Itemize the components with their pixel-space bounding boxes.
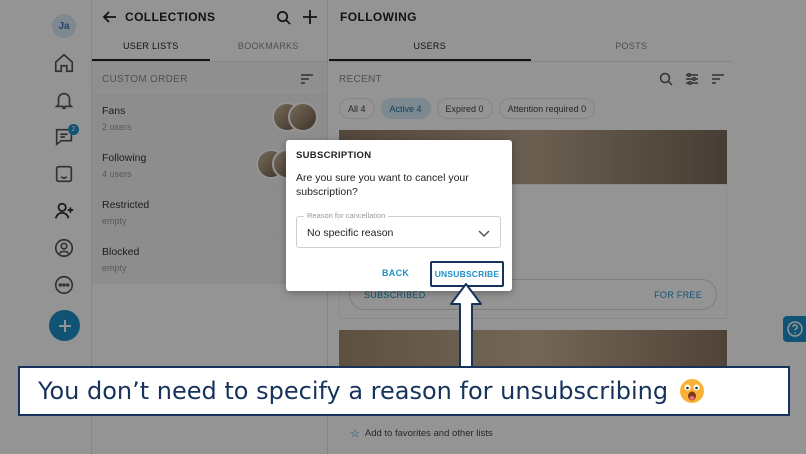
caption-text: You don’t need to specify a reason for u… [38, 377, 669, 405]
dialog-message: Are you sure you want to cancel your sub… [296, 172, 469, 198]
back-button[interactable]: BACK [382, 268, 409, 278]
annotation-caption: You don’t need to specify a reason for u… [18, 366, 790, 416]
cancel-subscription-dialog: SUBSCRIPTION Are you sure you want to ca… [286, 140, 512, 291]
reason-field-label: Reason for cancellation [304, 211, 389, 220]
chevron-down-icon [477, 226, 491, 240]
shocked-face-emoji-icon [680, 379, 705, 403]
reason-value: No specific reason [307, 227, 394, 239]
dialog-title: SUBSCRIPTION [296, 150, 372, 161]
cancellation-reason-select[interactable]: Reason for cancellation No specific reas… [296, 211, 501, 248]
annotation-arrow-icon [450, 283, 482, 373]
